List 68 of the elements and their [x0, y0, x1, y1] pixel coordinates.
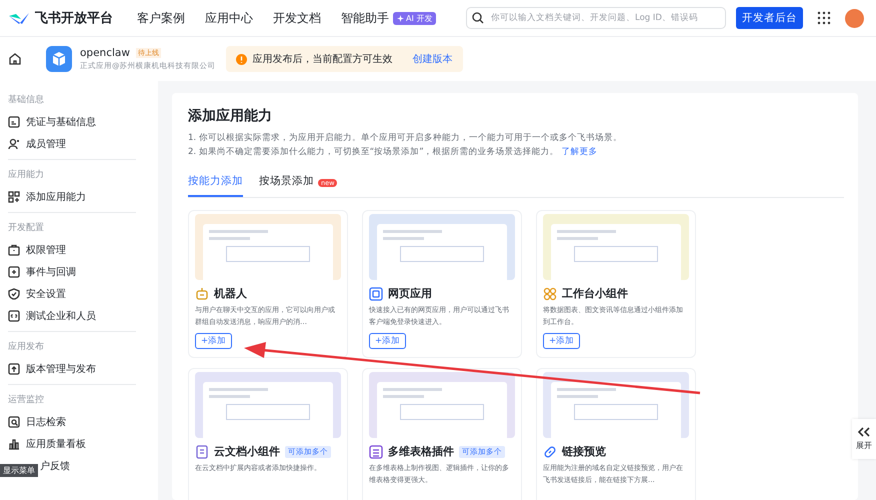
card-title: 云文档小组件 — [214, 444, 280, 459]
code-icon — [8, 310, 20, 322]
create-version-link[interactable]: 创建版本 — [412, 52, 452, 66]
card-title: 链接预览 — [562, 444, 606, 459]
console-button[interactable]: 开发者后台 — [736, 7, 803, 29]
document-icon — [195, 444, 209, 458]
sidebar-item[interactable]: 凭证与基础信息 — [8, 111, 152, 133]
double-chevron-icon — [857, 427, 871, 437]
note-text: 1. 你可以根据实际需求，为应用开启能力。单个应用可开启多种能力，一个能力可用于一个或多个飞书场景。 — [188, 133, 622, 143]
notice-text: 应用发布后，当前配置方可生效 — [252, 52, 392, 66]
card-title: 工作台小组件 — [562, 286, 628, 301]
tab[interactable]: 按场景添加 — [259, 169, 314, 197]
nav-link[interactable]: 客户案例 — [137, 10, 185, 26]
page-title: 添加应用能力 — [188, 107, 273, 125]
add-button[interactable]: +添加 — [369, 333, 406, 349]
card-title: 机器人 — [214, 286, 247, 301]
robot-icon — [195, 286, 209, 300]
section-title: 基础信息 — [8, 94, 45, 107]
search-icon — [472, 12, 484, 24]
sidebar-item[interactable]: 添加应用能力 — [8, 186, 152, 208]
sparkle-icon — [397, 14, 404, 22]
home-icon — [8, 52, 22, 66]
nav-link[interactable]: 开发文档 — [273, 10, 321, 26]
upload-icon — [8, 363, 20, 375]
link-icon — [543, 444, 557, 458]
add-button[interactable]: +添加 — [543, 333, 580, 349]
learn-more-link[interactable]: 了解更多 — [562, 147, 598, 157]
sidebar-item[interactable]: 版本管理与发布 — [8, 358, 152, 380]
menu-tooltip[interactable]: 显示菜单 — [0, 464, 38, 477]
sidebar-item[interactable]: 户反馈 — [40, 455, 70, 477]
card-title: 多维表格插件 — [388, 444, 454, 459]
sidebar-item[interactable]: 权限管理 — [8, 239, 152, 261]
section-title: 运营监控 — [8, 394, 45, 407]
shield-check-icon — [8, 288, 20, 300]
section-title: 开发配置 — [8, 222, 45, 235]
add-button[interactable]: +添加 — [195, 333, 232, 349]
logo-text: 飞书开放平台 — [35, 10, 113, 27]
briefcase-icon — [8, 244, 20, 256]
nav-link[interactable]: 应用中心 — [205, 10, 253, 26]
browser-icon — [369, 286, 383, 300]
sidebar-item[interactable]: 测试企业和人员 — [8, 305, 152, 327]
sidebar-item[interactable]: 应用质量看板 — [8, 433, 152, 455]
document-search-icon — [8, 416, 20, 428]
table-icon — [369, 444, 383, 458]
sidebar-item[interactable]: 安全设置 — [8, 283, 152, 305]
sidebar-item[interactable]: 成员管理 — [8, 133, 152, 155]
person-add-icon — [8, 138, 20, 150]
plus-square-icon — [8, 266, 20, 278]
avatar[interactable] — [845, 8, 864, 28]
nav-link[interactable]: 智能助手 — [341, 10, 389, 26]
warning-icon — [236, 54, 246, 64]
bar-chart-icon — [8, 438, 20, 450]
section-title: 应用发布 — [8, 340, 45, 354]
sidebar-item[interactable]: 事件与回调 — [8, 261, 152, 283]
card-title: 网页应用 — [388, 286, 432, 301]
grid-plus-icon — [8, 191, 20, 203]
ai-badge: AI 开发 — [393, 12, 436, 24]
app-name: openclaw — [80, 47, 130, 59]
expand-button[interactable]: 展开 — [852, 419, 876, 459]
grid-menu-icon — [817, 11, 831, 25]
sidebar-item[interactable]: 日志检索 — [8, 411, 152, 433]
app-icon — [46, 46, 72, 72]
section-title: 应用能力 — [8, 168, 45, 182]
note-text: 2. 如果尚不确定需要添加什么能力，可切换至“按场景添加”，根据所需的业务场景选择能力。 — [188, 147, 559, 157]
widget-icon — [543, 286, 557, 300]
id-card-icon — [8, 116, 20, 128]
search-field[interactable]: 你可以输入文档关键词、开发问题、Log ID、错误码 — [466, 7, 726, 29]
tab[interactable]: 按能力添加 — [188, 169, 243, 197]
